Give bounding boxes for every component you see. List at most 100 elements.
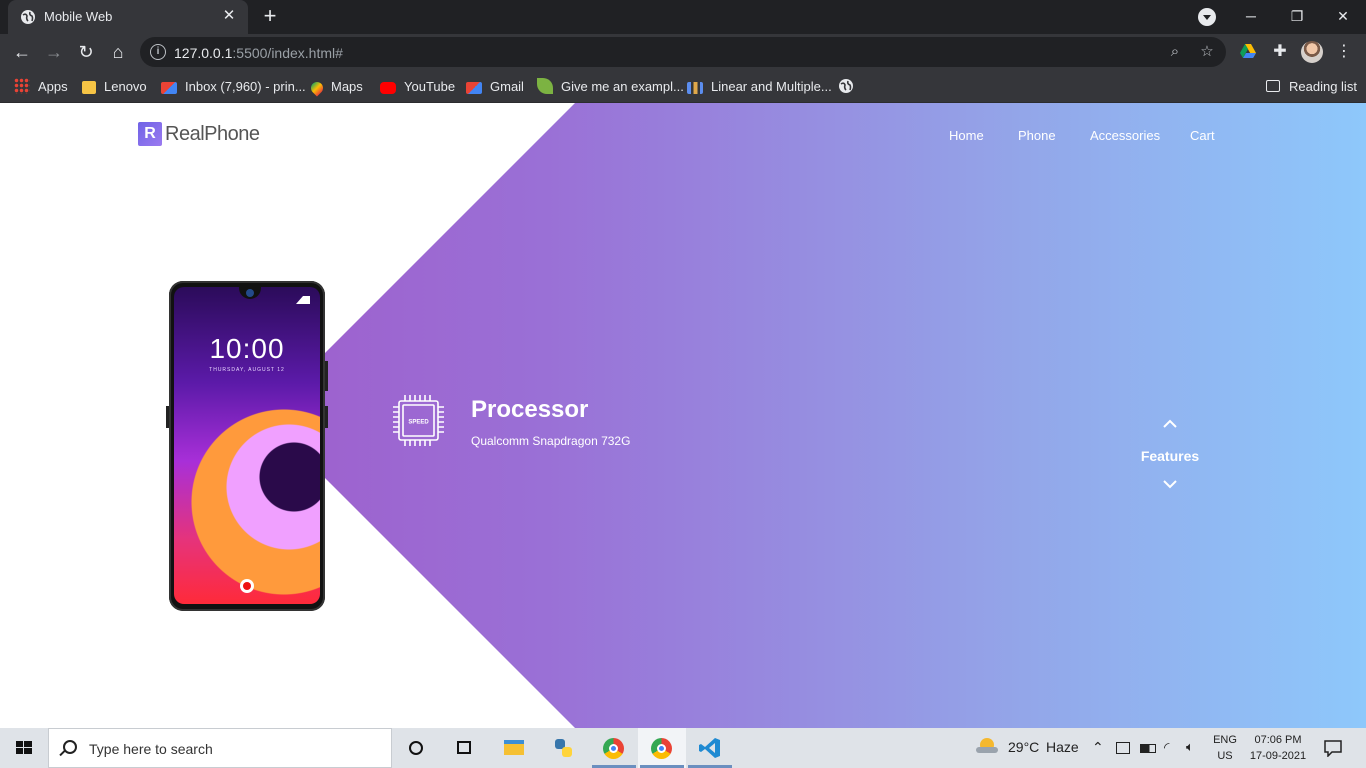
reload-icon[interactable]: ↻ (74, 40, 98, 64)
vscode-icon[interactable] (686, 728, 734, 768)
bookmark-apps[interactable]: Apps (14, 77, 68, 97)
nav-phone[interactable]: Phone (1018, 128, 1056, 143)
bookmark-label: Apps (38, 79, 68, 94)
url-text[interactable]: 127.0.0.1:5500/index.html# (174, 45, 343, 61)
bookmark-gmail[interactable]: Gmail (466, 77, 524, 97)
phone-side-button (166, 406, 169, 428)
volume-icon[interactable]: 🔈︎ (1186, 739, 1194, 755)
bookmark-inbox[interactable]: Inbox (7,960) - prin... (161, 77, 306, 97)
nav-home[interactable]: Home (949, 128, 984, 143)
apps-grid-icon (14, 78, 30, 94)
browser-tab[interactable]: Mobile Web ✕ (8, 0, 248, 34)
weather-condition[interactable]: Haze (1046, 739, 1079, 755)
leaf-icon (537, 78, 553, 94)
chrome-profile-icon[interactable] (590, 728, 638, 768)
task-view-icon[interactable] (440, 728, 488, 768)
folder-icon (82, 81, 96, 94)
back-icon[interactable]: ← (10, 40, 34, 64)
gmail-icon (466, 82, 482, 94)
nav-cart[interactable]: Cart (1190, 128, 1215, 143)
globe-icon (21, 10, 35, 24)
meet-now-icon[interactable] (1116, 742, 1130, 754)
reading-list-icon (1266, 80, 1280, 92)
notifications-icon[interactable] (1324, 739, 1342, 757)
feature-subtitle: Qualcomm Snapdragon 732G (471, 434, 631, 448)
wifi-icon[interactable]: ◜ (1164, 739, 1169, 756)
taskbar-search-input[interactable]: Type here to search (48, 728, 392, 768)
file-explorer-icon[interactable] (490, 728, 538, 768)
tab-close-icon[interactable]: ✕ (220, 7, 238, 25)
weather-temperature[interactable]: 29°C (1008, 739, 1039, 755)
bookmark-label: YouTube (404, 79, 456, 94)
bookmarks-bar: Apps Lenovo Inbox (7,960) - prin... Maps… (0, 70, 1366, 103)
phone-side-button (325, 406, 328, 428)
feature-title: Processor (471, 396, 589, 423)
features-label: Features (1140, 448, 1200, 464)
globe-icon (839, 79, 853, 93)
restore-button[interactable]: ❐ (1274, 0, 1320, 34)
tab-search-icon[interactable] (1198, 8, 1216, 26)
new-tab-button[interactable]: + (258, 5, 282, 29)
home-icon[interactable]: ⌂ (106, 40, 130, 64)
windows-taskbar: Type here to search 29°C Haze ⌃ ◜ 🔈︎ ENG… (0, 728, 1366, 768)
cortana-icon[interactable] (392, 728, 440, 768)
phone-clock: 10:00 (209, 333, 285, 364)
minimize-button[interactable]: ─ (1228, 0, 1274, 34)
nav-accessories[interactable]: Accessories (1090, 128, 1160, 143)
logo-name: RealPhone (165, 123, 260, 145)
bookmark-label: Lenovo (104, 79, 147, 94)
bookmark-label: Give me an exampl... (561, 79, 684, 94)
bookmark-youtube[interactable]: YouTube (380, 77, 455, 97)
battery-icon[interactable] (1140, 744, 1156, 753)
web-page: R RealPhone Home Phone Accessories Cart … (0, 103, 1366, 728)
bookmark-maps[interactable]: Maps (308, 77, 363, 97)
chrome-active-icon[interactable] (638, 728, 686, 768)
browser-toolbar: ← → ↻ ⌂ i 127.0.0.1:5500/index.html# ⌕ ☆… (0, 34, 1366, 70)
maps-icon (308, 79, 326, 97)
clock-date: 17-09-2021 (1249, 750, 1307, 762)
language-indicator[interactable]: ENG US (1212, 732, 1238, 764)
bookmark-globe[interactable] (838, 77, 854, 97)
weather-icon[interactable] (976, 738, 998, 756)
profile-avatar[interactable] (1301, 41, 1323, 63)
region-code: US (1217, 750, 1233, 762)
youtube-icon (380, 82, 396, 94)
phone-notch (239, 287, 261, 299)
phone-date: THURSDAY, AUGUST 12 (209, 367, 285, 373)
zoom-icon[interactable]: ⌕ (1164, 41, 1186, 63)
url-path: :5500/index.html# (232, 45, 343, 61)
chevron-down-icon[interactable] (1162, 476, 1178, 492)
search-icon (63, 740, 77, 754)
python-icon[interactable] (540, 728, 588, 768)
gmail-icon (161, 82, 177, 94)
url-host: 127.0.0.1 (174, 45, 233, 61)
signal-icon (296, 296, 310, 304)
bookmark-star-icon[interactable]: ☆ (1196, 41, 1218, 63)
bookmark-label: Maps (331, 79, 363, 94)
bookmark-example[interactable]: Give me an exampl... (537, 77, 684, 97)
chevron-up-icon[interactable] (1162, 416, 1178, 432)
menu-kebab-icon[interactable]: ⋮ (1332, 40, 1356, 64)
clock-time: 07:06 PM (1254, 734, 1302, 746)
clock[interactable]: 07:06 PM 17-09-2021 (1248, 732, 1308, 764)
address-bar[interactable]: i 127.0.0.1:5500/index.html# ⌕ ☆ (140, 37, 1226, 67)
site-info-icon[interactable]: i (150, 44, 166, 60)
forward-icon[interactable]: → (42, 40, 66, 64)
phone-image: 10:00 THURSDAY, AUGUST 12 (166, 281, 328, 611)
extensions-icon[interactable]: ✚ (1268, 40, 1292, 64)
bookmark-label: Linear and Multiple... (711, 79, 832, 94)
logo-mark: R (138, 122, 162, 146)
close-window-button[interactable]: ✕ (1320, 0, 1366, 34)
reading-list-button[interactable]: Reading list (1266, 77, 1357, 97)
search-placeholder: Type here to search (89, 741, 213, 757)
reading-list-label: Reading list (1289, 79, 1357, 94)
bookmark-linear[interactable]: Linear and Multiple... (687, 77, 832, 97)
browser-tab-bar: Mobile Web ✕ + ─ ❐ ✕ (0, 0, 1366, 34)
phone-side-button (325, 361, 328, 391)
windows-start-icon[interactable] (0, 728, 48, 768)
chevron-up-tray-icon[interactable]: ⌃ (1092, 739, 1104, 756)
bookmark-lenovo[interactable]: Lenovo (82, 77, 147, 97)
chip-label: SPEED (408, 420, 429, 426)
bookmark-label: Inbox (7,960) - prin... (185, 79, 306, 94)
drive-icon[interactable] (1240, 44, 1256, 59)
